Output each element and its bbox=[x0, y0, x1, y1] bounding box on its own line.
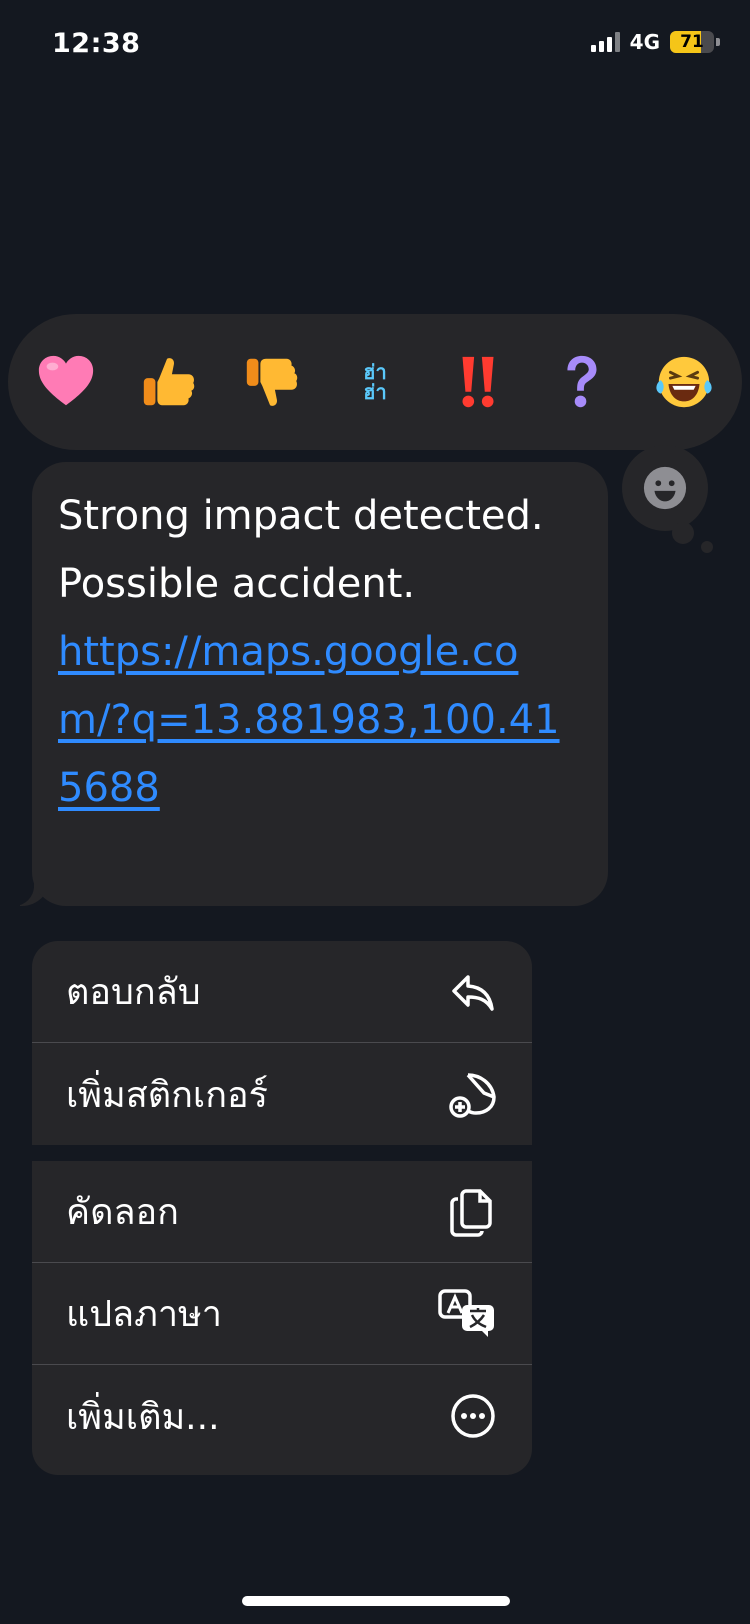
copy-menu-item[interactable]: คัดลอก bbox=[32, 1161, 532, 1263]
double-exclamation-icon[interactable] bbox=[443, 347, 513, 417]
map-link[interactable]: https://maps.google.com/?q=13.881983,100… bbox=[58, 618, 582, 822]
emoji-face-icon bbox=[643, 466, 687, 510]
more-menu-item[interactable]: เพิ่มเติม... bbox=[32, 1365, 532, 1467]
reply-label: ตอบกลับ bbox=[66, 972, 201, 1013]
haha-line-2: ฮ่า bbox=[363, 380, 387, 404]
status-time: 12:38 bbox=[52, 28, 141, 59]
battery-tip bbox=[716, 38, 720, 46]
menu-separator bbox=[32, 1145, 532, 1161]
more-icon bbox=[451, 1394, 495, 1438]
status-indicators: 4G 71 bbox=[590, 30, 720, 54]
message-text-line-2: Possible accident. bbox=[58, 561, 416, 607]
message-text-line-1: Strong impact detected. bbox=[58, 493, 544, 539]
tapback-bar: ฮ่า ฮ่า bbox=[8, 314, 742, 450]
add-reaction-button[interactable] bbox=[622, 445, 708, 531]
haha-icon[interactable]: ฮ่า ฮ่า bbox=[340, 347, 410, 417]
context-menu: ตอบกลับ เพิ่มสติกเกอร์ คัดลอก แปลภาษา เพ… bbox=[32, 941, 532, 1475]
haha-line-1: ฮ่า bbox=[363, 360, 387, 384]
battery-level: 71 bbox=[680, 32, 704, 52]
heart-icon[interactable] bbox=[31, 347, 101, 417]
translate-menu-item[interactable]: แปลภาษา bbox=[32, 1263, 532, 1365]
network-type: 4G bbox=[629, 30, 660, 54]
translate-icon bbox=[438, 1288, 494, 1337]
translate-label: แปลภาษา bbox=[66, 1294, 223, 1335]
home-indicator[interactable] bbox=[242, 1596, 510, 1606]
add-sticker-menu-item[interactable]: เพิ่มสติกเกอร์ bbox=[32, 1043, 532, 1145]
thumbs-up-icon[interactable] bbox=[134, 347, 204, 417]
reply-icon bbox=[452, 974, 494, 1011]
thumbs-down-icon[interactable] bbox=[237, 347, 307, 417]
laughing-emoji-icon[interactable] bbox=[649, 347, 719, 417]
battery-icon: 71 bbox=[670, 31, 714, 53]
copy-label: คัดลอก bbox=[66, 1192, 179, 1233]
reaction-bubble-dot-small bbox=[701, 541, 713, 553]
add-sticker-label: เพิ่มสติกเกอร์ bbox=[66, 1074, 268, 1116]
reaction-bubble-dot bbox=[672, 522, 694, 544]
reply-menu-item[interactable]: ตอบกลับ bbox=[32, 941, 532, 1043]
more-label: เพิ่มเติม... bbox=[66, 1396, 220, 1438]
add-sticker-icon bbox=[449, 1073, 496, 1118]
signal-icon bbox=[590, 32, 620, 52]
copy-icon bbox=[450, 1188, 492, 1237]
question-icon[interactable] bbox=[546, 347, 616, 417]
message-bubble[interactable]: Strong impact detected. Possible acciden… bbox=[32, 462, 608, 906]
